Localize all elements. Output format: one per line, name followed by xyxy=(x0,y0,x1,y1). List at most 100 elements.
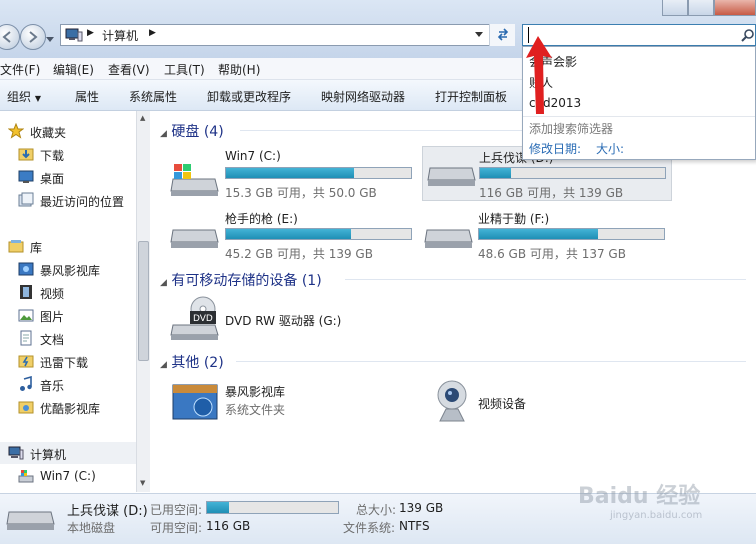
content-pane: ◢ 硬盘 (4) Win7 (C:) 15.3 GB 可用，共 50.0 GB … xyxy=(150,111,756,492)
nav-item-youku-library[interactable]: 优酷影视库 xyxy=(0,396,136,418)
details-free-value: 116 GB xyxy=(206,519,251,533)
nav-favorites[interactable]: 收藏夹 xyxy=(0,120,136,142)
drive-tile-e[interactable]: 枪手的枪 (E:) 45.2 GB 可用，共 139 GB xyxy=(170,212,420,262)
nav-item-recent-places[interactable]: 最近访问的位置 xyxy=(0,189,136,211)
drive-space-info: 116 GB 可用，共 139 GB xyxy=(479,186,624,200)
organize-button[interactable]: 组织 ▼ xyxy=(7,88,41,105)
filter-date-modified[interactable]: 修改日期: xyxy=(529,140,581,157)
thunder-download-icon xyxy=(18,355,34,368)
nav-item-music[interactable]: 音乐 xyxy=(0,373,136,395)
music-icon xyxy=(20,376,32,391)
forward-arrow-icon xyxy=(29,31,38,43)
details-total-label: 总大小: xyxy=(356,503,397,517)
nav-item-label: 下载 xyxy=(40,149,65,163)
nav-item-label: 音乐 xyxy=(40,379,65,393)
menu-edit[interactable]: 编辑(E) xyxy=(53,61,94,78)
item-name: 暴风影视库 xyxy=(225,385,286,399)
baidu-jingyan-watermark-logo: Baidu 经验 xyxy=(578,484,701,509)
group-divider xyxy=(345,279,746,280)
nav-computer[interactable]: 计算机 xyxy=(0,442,136,464)
drive-space-info: 45.2 GB 可用，共 139 GB xyxy=(225,247,373,261)
drive-space-info: 48.6 GB 可用，共 137 GB xyxy=(478,247,626,261)
nav-item-documents[interactable]: 文档 xyxy=(0,327,136,349)
navigation-scrollbar[interactable]: ▲ ▼ xyxy=(136,111,150,492)
collapse-arrow-icon: ◢ xyxy=(160,129,167,139)
collapse-arrow-icon: ◢ xyxy=(160,278,167,288)
annotation-arrow-icon xyxy=(526,36,552,114)
scrollbar-thumb[interactable] xyxy=(138,241,149,361)
details-drive-name: 上兵伐谋 (D:) xyxy=(67,504,148,519)
drive-name: 业精于勤 (F:) xyxy=(478,212,550,226)
chevron-down-icon[interactable] xyxy=(475,32,483,38)
pictures-icon xyxy=(18,309,34,322)
chevron-down-icon xyxy=(46,37,54,42)
drive-usage-fill xyxy=(479,229,599,239)
group-divider xyxy=(236,361,746,362)
item-video-device[interactable]: 视频设备 xyxy=(432,377,632,427)
system-drive-icon xyxy=(18,470,34,483)
item-subtitle: 系统文件夹 xyxy=(225,403,286,417)
item-baofeng-library[interactable]: 暴风影视库 系统文件夹 xyxy=(170,381,370,427)
details-used-label: 已用空间: xyxy=(150,503,203,517)
filter-size[interactable]: 大小: xyxy=(596,140,624,157)
menu-view[interactable]: 查看(V) xyxy=(108,61,150,78)
nav-item-label: 文档 xyxy=(40,333,65,347)
drive-usage-bar xyxy=(225,228,412,240)
nav-libraries[interactable]: 库 xyxy=(0,235,136,257)
computer-icon xyxy=(8,446,24,460)
nav-item-baofeng-library[interactable]: 暴风影视库 xyxy=(0,258,136,280)
maximize-button[interactable] xyxy=(688,0,714,16)
nav-item-downloads[interactable]: 下载 xyxy=(0,143,136,165)
address-input[interactable]: ▶ 计算机 ▶ xyxy=(60,24,515,46)
menu-help[interactable]: 帮助(H) xyxy=(218,61,260,78)
details-usage-bar xyxy=(206,501,339,514)
baidu-jingyan-watermark-url: jingyan.baidu.com xyxy=(610,510,703,521)
menu-tools[interactable]: 工具(T) xyxy=(164,61,205,78)
open-control-panel-button[interactable]: 打开控制面板 xyxy=(435,88,507,105)
webcam-icon xyxy=(437,380,467,422)
organize-label: 组织 xyxy=(7,90,32,104)
refresh-button[interactable] xyxy=(489,24,515,46)
drive-usage-bar xyxy=(479,167,666,179)
drive-usage-fill xyxy=(226,168,355,178)
nav-item-pictures[interactable]: 图片 xyxy=(0,304,136,326)
map-network-drive-button[interactable]: 映射网络驱动器 xyxy=(321,88,405,105)
nav-item-label: 图片 xyxy=(40,310,65,324)
breadcrumb-separator-icon: ▶ xyxy=(87,28,94,38)
group-removable[interactable]: ◢ 有可移动存储的设备 (1) xyxy=(160,270,322,290)
nav-item-drive-c[interactable]: Win7 (C:) xyxy=(0,465,136,487)
nav-item-label: 优酷影视库 xyxy=(40,402,101,416)
drive-tile-f[interactable]: 业精于勤 (F:) 48.6 GB 可用，共 137 GB xyxy=(424,212,674,262)
chevron-down-icon: ▼ xyxy=(34,94,41,103)
drive-usage-bar xyxy=(478,228,665,240)
media-library-icon xyxy=(18,401,34,414)
close-button[interactable] xyxy=(714,0,756,16)
hard-drive-icon xyxy=(427,167,476,186)
drive-tile-g[interactable]: DVD DVD RW 驱动器 (G:) xyxy=(170,295,390,345)
nav-item-xunlei-downloads[interactable]: 迅雷下载 xyxy=(0,350,136,372)
search-filter-label: 添加搜索筛选器 xyxy=(529,122,614,136)
recent-pages-dropdown[interactable] xyxy=(46,32,54,46)
drive-tile-c[interactable]: Win7 (C:) 15.3 GB 可用，共 50.0 GB xyxy=(170,149,420,201)
scroll-up-icon[interactable]: ▲ xyxy=(140,114,145,122)
refresh-icon xyxy=(497,28,509,41)
scroll-down-icon[interactable]: ▼ xyxy=(140,479,145,487)
nav-item-desktop[interactable]: 桌面 xyxy=(0,166,136,188)
details-drive-type: 本地磁盘 xyxy=(67,521,116,535)
uninstall-program-button[interactable]: 卸载或更改程序 xyxy=(207,88,291,105)
group-hard-disks[interactable]: ◢ 硬盘 (4) xyxy=(160,121,224,141)
dropdown-divider xyxy=(523,116,755,117)
breadcrumb-computer[interactable]: 计算机 xyxy=(102,27,138,44)
search-icon[interactable] xyxy=(741,28,755,42)
forward-button[interactable] xyxy=(20,24,46,50)
video-icon xyxy=(20,285,32,299)
nav-item-videos[interactable]: 视频 xyxy=(0,281,136,303)
group-other[interactable]: ◢ 其他 (2) xyxy=(160,352,224,372)
nav-item-label: 最近访问的位置 xyxy=(40,195,125,209)
details-usage-fill xyxy=(207,502,229,513)
nav-item-label: 桌面 xyxy=(40,172,65,186)
system-properties-button[interactable]: 系统属性 xyxy=(129,88,177,105)
menu-file[interactable]: 文件(F) xyxy=(0,61,40,78)
minimize-button[interactable] xyxy=(662,0,688,16)
properties-button[interactable]: 属性 xyxy=(75,88,99,105)
